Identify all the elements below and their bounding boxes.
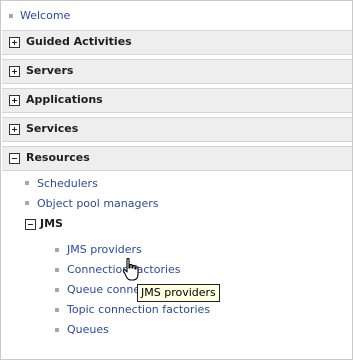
expand-icon[interactable]	[9, 95, 20, 106]
tooltip: JMS providers	[137, 284, 220, 302]
section-label: Applications	[26, 93, 103, 106]
nav-link-topic-connection-factories[interactable]: Topic connection factories	[67, 303, 210, 317]
bullet-icon	[55, 268, 59, 272]
bullet-icon	[55, 248, 59, 252]
bullet-icon	[55, 308, 59, 312]
nav-section-applications[interactable]: Applications	[2, 88, 352, 113]
section-label: Resources	[26, 151, 90, 164]
nav-link-object-pool-managers[interactable]: Object pool managers	[37, 197, 159, 211]
section-label: Guided Activities	[26, 35, 132, 48]
expand-icon[interactable]	[9, 124, 20, 135]
nav-link-queues[interactable]: Queues	[67, 323, 109, 337]
nav-folder-jms[interactable]: JMS	[40, 217, 63, 231]
bullet-icon	[55, 288, 59, 292]
section-label: Services	[26, 122, 79, 135]
nav-link-welcome[interactable]: Welcome	[20, 9, 70, 23]
collapse-icon[interactable]	[9, 153, 20, 164]
bullet-icon	[25, 181, 29, 185]
section-label: Servers	[26, 64, 74, 77]
bullet-icon	[25, 201, 29, 205]
expand-icon[interactable]	[9, 66, 20, 77]
nav-link-jms-providers[interactable]: JMS providers	[67, 243, 142, 257]
bullet-icon	[55, 328, 59, 332]
hand-pointer-icon	[122, 258, 139, 281]
nav-section-resources[interactable]: Resources	[2, 146, 352, 171]
collapse-icon[interactable]	[25, 219, 36, 230]
expand-icon[interactable]	[9, 37, 20, 48]
nav-section-servers[interactable]: Servers	[2, 59, 352, 84]
nav-link-schedulers[interactable]: Schedulers	[37, 177, 98, 191]
nav-section-services[interactable]: Services	[2, 117, 352, 142]
nav-section-guided-activities[interactable]: Guided Activities	[2, 30, 352, 55]
navigation-tree: Welcome Guided Activities Servers Applic…	[0, 0, 353, 360]
bullet-icon	[9, 14, 13, 18]
